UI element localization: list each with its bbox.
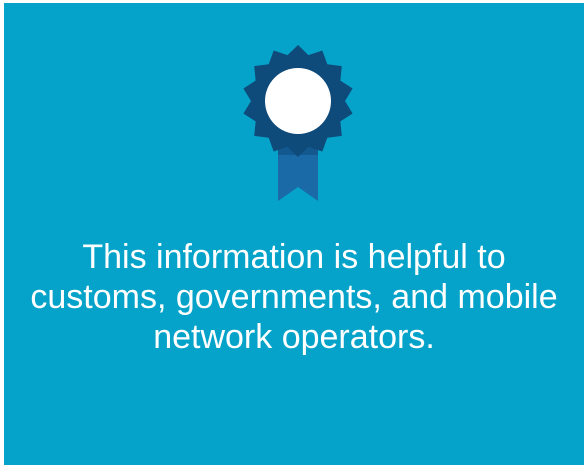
info-message: This information is helpful to customs, … [30,238,558,356]
info-card: This information is helpful to customs, … [4,3,584,465]
award-ribbon-icon [243,45,353,201]
seal-center [265,68,331,134]
